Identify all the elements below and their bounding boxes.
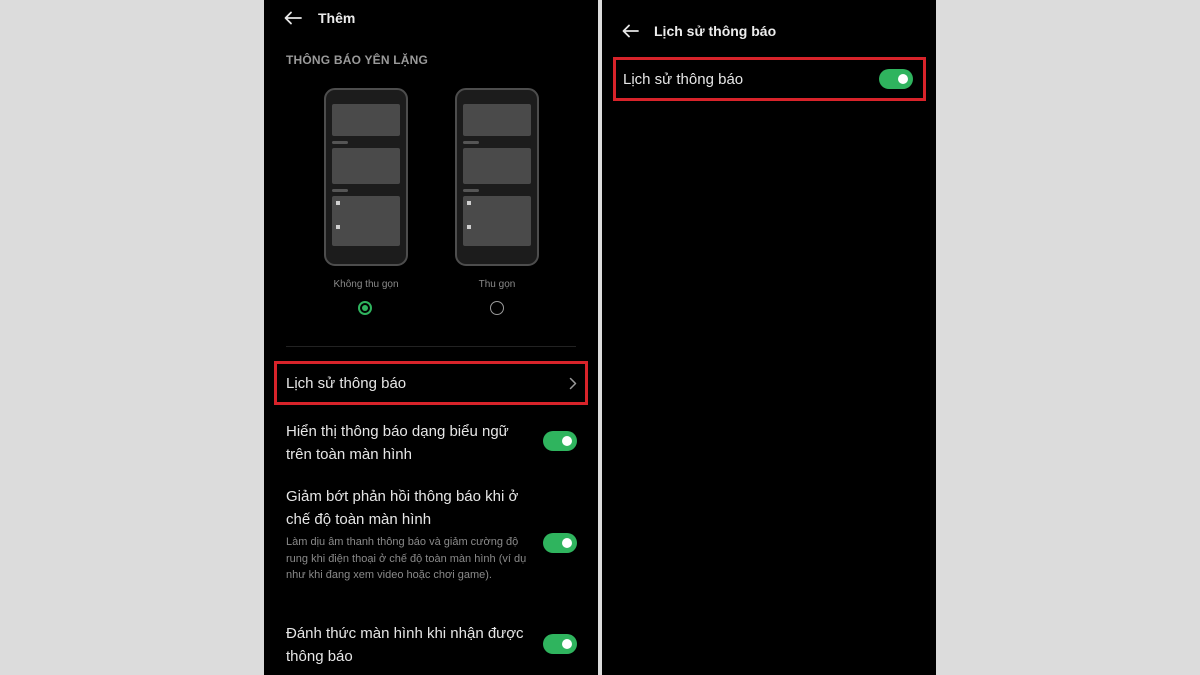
toggle-knob [562,538,572,548]
notification-card [332,104,400,136]
toggle-knob [562,436,572,446]
section-title: THÔNG BÁO YÊN LẶNG [286,53,429,67]
page-title: Lịch sử thông báo [654,23,777,39]
notification-card [463,104,531,136]
collapsed-preview[interactable] [455,88,539,266]
notification-dot [336,225,340,229]
notification-history-toggle[interactable] [879,69,913,89]
collapsed-radio[interactable] [490,301,504,315]
notification-label-bar [332,141,348,144]
wake-screen-toggle[interactable] [543,634,577,654]
wake-screen-setting-title: Đánh thức màn hình khi nhận được thông b… [286,625,524,665]
chevron-right-icon [569,377,577,390]
more-settings-screen: Thêm THÔNG BÁO YÊN LẶNG Không thu gọn Th… [264,0,598,675]
notification-dot [336,201,340,205]
notification-history-screen: Lịch sử thông báo Lịch sử thông báo [602,0,936,675]
notification-history-row[interactable]: Lịch sử thông báo [286,372,546,395]
not-collapsed-preview[interactable] [324,88,408,266]
fullscreen-banner-setting-title: Hiển thị thông báo dạng biểu ngữ trên to… [286,423,509,463]
notification-label-bar [332,189,348,192]
notification-dot [467,201,471,205]
fullscreen-banner-toggle[interactable] [543,431,577,451]
not-collapsed-label: Không thu gọn [333,279,399,290]
notification-label-bar [463,189,479,192]
notification-card [332,196,400,246]
divider [286,346,576,347]
back-arrow-icon[interactable] [622,24,639,38]
reduce-feedback-toggle[interactable] [543,533,577,553]
toggle-knob [898,74,908,84]
page-title: Thêm [318,10,356,26]
notification-card [463,196,531,246]
notification-dot [467,225,471,229]
back-arrow-icon[interactable] [284,11,302,25]
not-collapsed-radio[interactable] [358,301,372,315]
notification-card [463,148,531,184]
reduce-feedback-setting-title: Giảm bớt phản hồi thông báo khi ở chế độ… [286,488,519,528]
notification-history-label: Lịch sử thông báo [623,71,744,88]
notification-label-bar [463,141,479,144]
collapsed-label: Thu gọn [478,279,516,290]
notification-card [332,148,400,184]
toggle-knob [562,639,572,649]
reduce-feedback-setting-description: Làm dịu âm thanh thông báo và giảm cường… [286,536,527,581]
